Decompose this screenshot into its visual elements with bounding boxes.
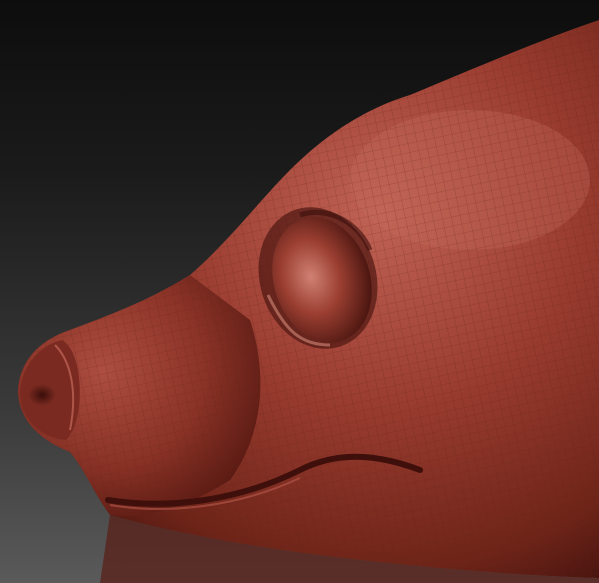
3d-viewport[interactable] <box>0 0 599 583</box>
nose[interactable] <box>20 340 80 440</box>
nostril <box>28 384 56 406</box>
sculpt-canvas[interactable] <box>0 0 599 583</box>
